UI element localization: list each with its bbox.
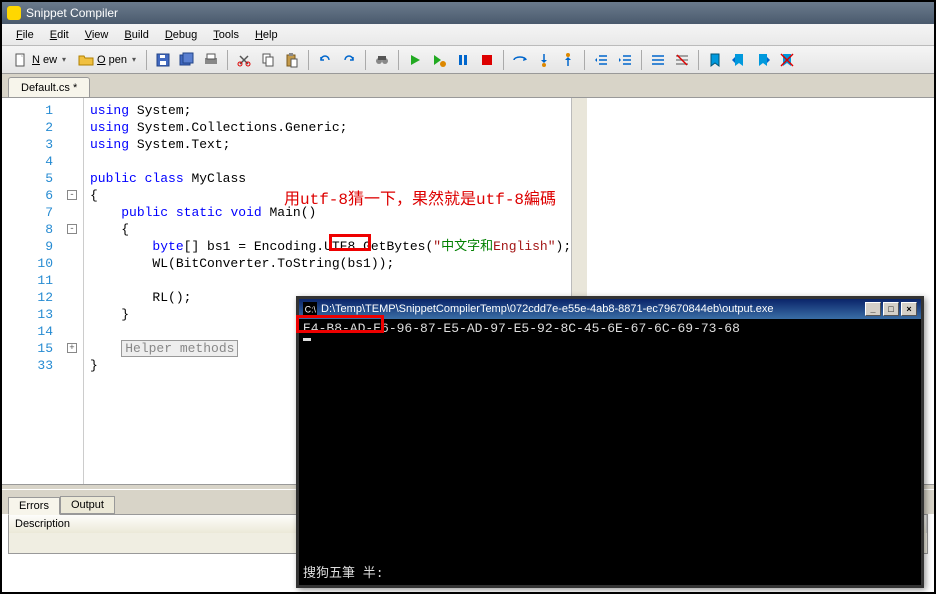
cursor: [303, 338, 311, 341]
undo-icon: [317, 52, 333, 68]
console-window: C:\ D:\Temp\TEMP\SnippetCompilerTemp\072…: [296, 296, 924, 588]
bookmark-next-icon: [755, 52, 771, 68]
open-folder-icon: [78, 52, 94, 68]
prev-bookmark-button[interactable]: [728, 49, 750, 71]
floppy-multi-icon: [179, 52, 195, 68]
undo-button[interactable]: [314, 49, 336, 71]
debug-button[interactable]: [428, 49, 450, 71]
paste-icon: [284, 52, 300, 68]
floppy-icon: [155, 52, 171, 68]
menu-help[interactable]: Help: [249, 27, 284, 43]
stepover-icon: [512, 52, 528, 68]
new-button[interactable]: New: [8, 49, 71, 71]
open-button[interactable]: Open: [73, 49, 141, 71]
outdent-icon: [593, 52, 609, 68]
editor-tabs: Default.cs *: [2, 74, 934, 98]
outdent-button[interactable]: [590, 49, 612, 71]
console-title-path: D:\Temp\TEMP\SnippetCompilerTemp\072cdd7…: [321, 303, 865, 315]
maximize-button[interactable]: □: [883, 302, 899, 316]
bookmark-clear-icon: [779, 52, 795, 68]
window-titlebar: Snippet Compiler: [2, 2, 934, 24]
stop-icon: [479, 52, 495, 68]
bookmark-icon: [707, 52, 723, 68]
bookmark-button[interactable]: [704, 49, 726, 71]
bookmark-prev-icon: [731, 52, 747, 68]
tab-errors[interactable]: Errors: [8, 497, 60, 515]
stepinto-icon: [536, 52, 552, 68]
find-button[interactable]: [371, 49, 393, 71]
tab-output[interactable]: Output: [60, 496, 115, 514]
comment-icon: [650, 52, 666, 68]
tab-default-cs[interactable]: Default.cs *: [8, 77, 90, 97]
cmd-icon: C:\: [303, 302, 317, 316]
indent-button[interactable]: [614, 49, 636, 71]
console-body[interactable]: E4-B8-AD-E6-96-87-E5-AD-97-E5-92-8C-45-6…: [299, 319, 921, 585]
menu-view[interactable]: View: [79, 27, 115, 43]
close-button[interactable]: ×: [901, 302, 917, 316]
indent-icon: [617, 52, 633, 68]
next-bookmark-button[interactable]: [752, 49, 774, 71]
play-icon: [407, 52, 423, 68]
stop-button[interactable]: [476, 49, 498, 71]
stepout-button[interactable]: [557, 49, 579, 71]
console-titlebar[interactable]: C:\ D:\Temp\TEMP\SnippetCompilerTemp\072…: [299, 299, 921, 319]
window-title: Snippet Compiler: [26, 6, 118, 20]
uncomment-button[interactable]: [671, 49, 693, 71]
pause-icon: [455, 52, 471, 68]
save-all-button[interactable]: [176, 49, 198, 71]
toolbar: New Open: [2, 46, 934, 74]
menu-debug[interactable]: Debug: [159, 27, 203, 43]
paste-button[interactable]: [281, 49, 303, 71]
print-button[interactable]: [200, 49, 222, 71]
new-file-icon: [13, 52, 29, 68]
menu-build[interactable]: Build: [118, 27, 154, 43]
comment-button[interactable]: [647, 49, 669, 71]
scissors-icon: [236, 52, 252, 68]
menu-file[interactable]: File: [10, 27, 40, 43]
redo-icon: [341, 52, 357, 68]
printer-icon: [203, 52, 219, 68]
console-output-line: E4-B8-AD-E6-96-87-E5-AD-97-E5-92-8C-45-6…: [303, 321, 917, 336]
app-icon: [7, 6, 21, 20]
copy-icon: [260, 52, 276, 68]
redo-button[interactable]: [338, 49, 360, 71]
cut-button[interactable]: [233, 49, 255, 71]
menu-edit[interactable]: Edit: [44, 27, 75, 43]
menu-tools[interactable]: Tools: [207, 27, 245, 43]
ime-status: 搜狗五筆 半:: [303, 562, 384, 581]
stepinto-button[interactable]: [533, 49, 555, 71]
svg-text:C:\: C:\: [305, 305, 317, 315]
clear-bookmarks-button[interactable]: [776, 49, 798, 71]
line-gutter: 123456-78-9101112131415+33: [2, 98, 84, 484]
save-button[interactable]: [152, 49, 174, 71]
minimize-button[interactable]: _: [865, 302, 881, 316]
red-annotation: 用utf-8猜一下，果然就是utf-8編碼: [284, 185, 556, 209]
stepover-button[interactable]: [509, 49, 531, 71]
uncomment-icon: [674, 52, 690, 68]
pause-button[interactable]: [452, 49, 474, 71]
play-bug-icon: [431, 52, 447, 68]
menubar: File Edit View Build Debug Tools Help: [2, 24, 934, 46]
run-button[interactable]: [404, 49, 426, 71]
stepout-icon: [560, 52, 576, 68]
copy-button[interactable]: [257, 49, 279, 71]
binoculars-icon: [374, 52, 390, 68]
